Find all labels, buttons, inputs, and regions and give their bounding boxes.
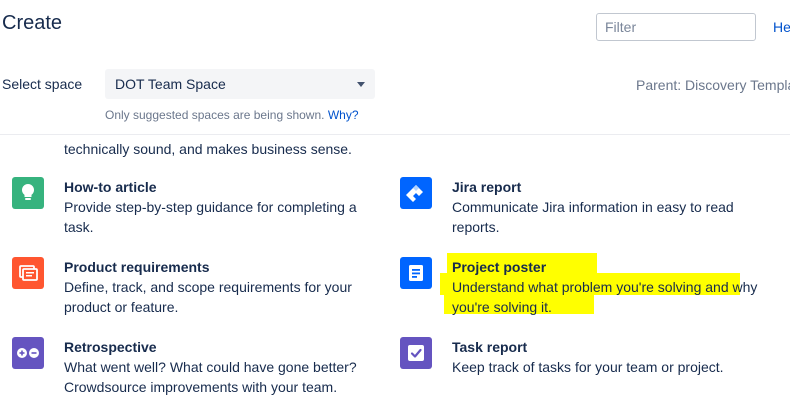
space-select-value: DOT Team Space — [115, 76, 226, 92]
why-link[interactable]: Why? — [328, 108, 359, 122]
suggested-spaces-text: Only suggested spaces are being shown. — [105, 108, 325, 122]
parent-page-label: Parent: Discovery Templat — [636, 77, 790, 93]
template-description: Keep track of tasks for your team or pro… — [452, 359, 724, 375]
template-name: Product requirements — [64, 259, 210, 275]
template-name: Jira report — [452, 179, 522, 195]
template-description: What went well? What could have gone bet… — [64, 359, 357, 395]
retrospective-icon — [12, 337, 44, 369]
space-select[interactable]: DOT Team Space — [105, 69, 375, 99]
template-name: Task report — [452, 339, 528, 355]
template-description: Provide step-by-step guidance for comple… — [64, 199, 357, 235]
chevron-down-icon — [357, 81, 365, 87]
divider — [0, 134, 790, 135]
template-description: Understand what problem you're solving a… — [452, 279, 758, 315]
poster-icon — [400, 257, 432, 289]
page-title: Create — [2, 12, 63, 34]
suggested-spaces-note: Only suggested spaces are being shown. W… — [105, 108, 359, 122]
template-description: Communicate Jira information in easy to … — [452, 199, 734, 235]
requirements-icon — [12, 257, 44, 289]
select-space-label: Select space — [2, 76, 83, 92]
help-link[interactable]: He — [773, 19, 790, 35]
task-icon — [400, 337, 432, 369]
template-description-partial: technically sound, and makes business se… — [64, 141, 352, 157]
template-name: Project poster — [452, 259, 547, 275]
lightbulb-icon — [12, 177, 44, 209]
template-name: Retrospective — [64, 339, 157, 355]
template-description: Define, track, and scope requirements fo… — [64, 279, 352, 315]
jira-icon — [400, 177, 432, 209]
template-name: How-to article — [64, 179, 157, 195]
filter-input[interactable] — [596, 13, 756, 41]
